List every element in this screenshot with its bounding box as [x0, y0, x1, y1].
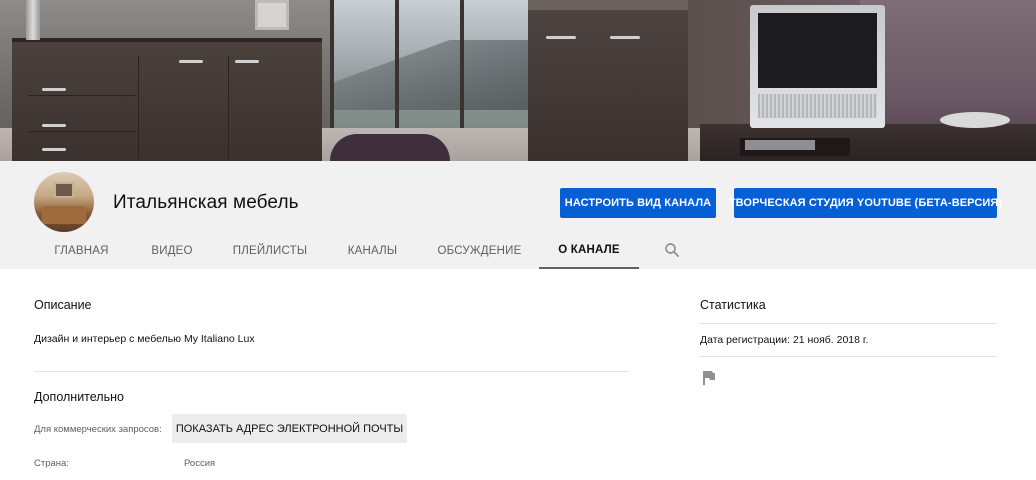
banner-tv-screen [758, 13, 877, 88]
banner-handle [42, 88, 66, 91]
studio-button[interactable]: ТВОРЧЕСКАЯ СТУДИЯ YOUTUBE (БЕТА-ВЕРСИЯ) [729, 188, 1002, 218]
tab-home[interactable]: ГЛАВНАЯ [34, 233, 129, 269]
banner-drawer [28, 62, 136, 96]
country-label: Страна: [34, 458, 69, 469]
banner-handle [235, 60, 259, 63]
banner-handle [179, 60, 203, 63]
banner-tv-speaker [758, 94, 877, 118]
channel-banner [0, 0, 1036, 161]
banner-handle [546, 36, 576, 39]
channel-title: Итальянская мебель [113, 192, 299, 213]
tab-channels[interactable]: КАНАЛЫ [330, 233, 415, 269]
channel-avatar[interactable] [34, 172, 94, 232]
tab-playlists[interactable]: ПЛЕЙЛИСТЫ [220, 233, 320, 269]
description-heading: Описание [34, 298, 92, 312]
tab-videos[interactable]: ВИДЕО [134, 233, 210, 269]
channel-header: Итальянская мебель НАСТРОИТЬ ВИД КАНАЛА … [0, 161, 1036, 269]
show-email-button[interactable]: ПОКАЗАТЬ АДРЕС ЭЛЕКТРОННОЙ ПОЧТЫ [172, 414, 407, 443]
banner-mountain [330, 40, 530, 110]
description-text: Дизайн и интерьер с мебелью My Italiano … [34, 333, 255, 345]
about-content: Описание Дизайн и интерьер с мебелью My … [0, 269, 1036, 480]
tab-about[interactable]: О КАНАЛЕ [539, 233, 639, 269]
banner-door [138, 56, 228, 161]
avatar-picture [54, 182, 74, 198]
divider [700, 356, 996, 357]
banner-drawer [28, 98, 136, 132]
stats-heading: Статистика [700, 298, 766, 312]
registration-date: Дата регистрации: 21 нояб. 2018 г. [700, 334, 869, 346]
business-inquiries-label: Для коммерческих запросов: [34, 424, 162, 435]
banner-handle [42, 124, 66, 127]
banner-dresser [12, 38, 322, 161]
flag-icon[interactable] [702, 370, 716, 386]
banner-handle [610, 36, 640, 39]
country-value: Россия [184, 458, 216, 469]
channel-tabs: ГЛАВНАЯ ВИДЕО ПЛЕЙЛИСТЫ КАНАЛЫ ОБСУЖДЕНИ… [0, 233, 1036, 269]
banner-rug [330, 134, 450, 161]
banner-lamp [940, 112, 1010, 128]
additional-heading: Дополнительно [34, 390, 124, 404]
divider [34, 371, 628, 372]
banner-drawer [28, 134, 136, 161]
banner-cabinet [528, 10, 688, 161]
banner-handle [42, 148, 66, 151]
customize-channel-button[interactable]: НАСТРОИТЬ ВИД КАНАЛА [560, 188, 716, 218]
search-icon[interactable] [663, 241, 681, 259]
avatar-bed [42, 206, 86, 224]
banner-photo-frame [255, 0, 289, 30]
banner-vase [26, 0, 40, 40]
banner-door [228, 56, 318, 161]
tab-discussion[interactable]: ОБСУЖДЕНИЕ [426, 233, 533, 269]
divider [700, 323, 996, 324]
banner-device [745, 140, 815, 150]
